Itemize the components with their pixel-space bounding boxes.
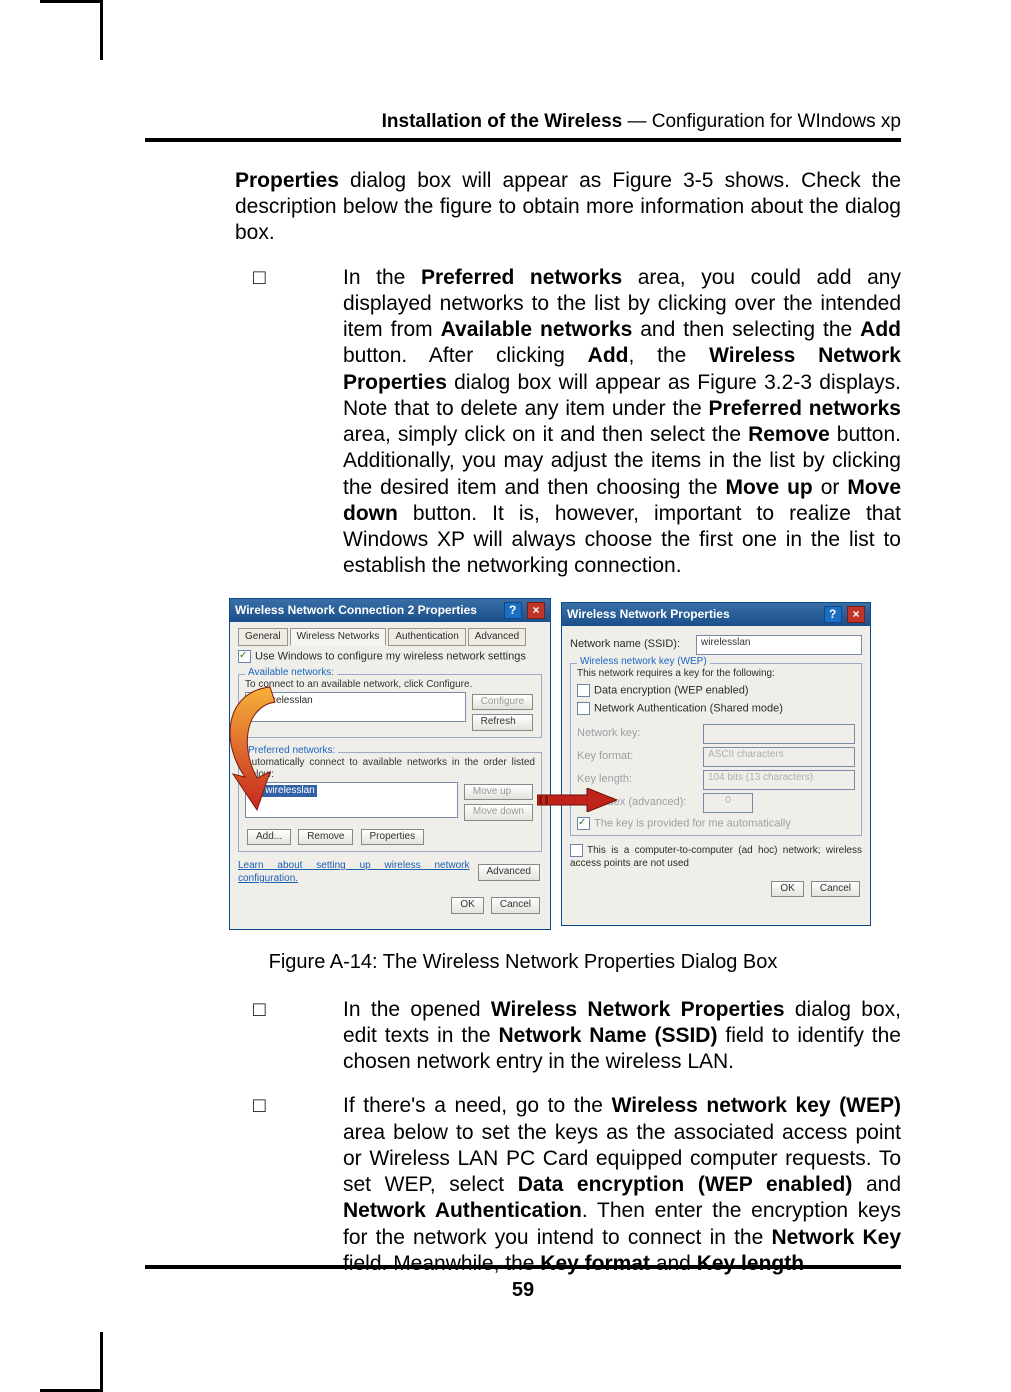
help-icon[interactable]: ? <box>824 606 842 623</box>
content-area: Installation of the Wireless — Configura… <box>145 110 901 1277</box>
network-auth-checkbox[interactable] <box>577 702 590 715</box>
bullet-glyph: □ <box>235 1093 343 1277</box>
move-down-button[interactable]: Move down <box>464 804 533 821</box>
crop-mark <box>40 0 100 3</box>
help-icon[interactable]: ? <box>504 602 522 619</box>
learn-row: Learn about setting up wireless network … <box>238 860 542 885</box>
key-format-label: Key format: <box>577 750 697 764</box>
curved-arrow-icon <box>215 682 295 812</box>
refresh-button[interactable]: Refresh <box>472 714 533 731</box>
available-networks-title: Available networks: <box>245 667 337 680</box>
key-format-select[interactable]: ASCII characters <box>703 747 855 767</box>
remove-button[interactable]: Remove <box>298 829 353 846</box>
adhoc-checkbox[interactable] <box>570 844 583 857</box>
advanced-button[interactable]: Advanced <box>478 864 540 881</box>
properties-button[interactable]: Properties <box>361 829 425 846</box>
dialog2-body: Network name (SSID): wirelesslan Wireles… <box>562 626 870 908</box>
ssid-label: Network name (SSID): <box>570 638 690 652</box>
bullet-2-text: In the opened Wireless Network Propertie… <box>343 997 901 1076</box>
dialog1-title: Wireless Network Connection 2 Properties <box>235 603 477 618</box>
ssid-input[interactable]: wirelesslan <box>696 635 862 655</box>
bullet-glyph: □ <box>235 997 343 1076</box>
network-key-input[interactable] <box>703 724 855 744</box>
key-length-select[interactable]: 104 bits (13 characters) <box>703 770 855 790</box>
bullet-glyph: □ <box>235 265 343 580</box>
bullet-1: □ In the Preferred networks area, you co… <box>145 265 901 580</box>
figure: Wireless Network Connection 2 Properties… <box>229 598 871 936</box>
ok-button[interactable]: OK <box>451 897 483 914</box>
key-index-row: Key index (advanced):0 <box>577 793 855 813</box>
close-icon[interactable]: × <box>847 606 865 623</box>
data-encryption-checkbox[interactable] <box>577 684 590 697</box>
crop-mark <box>100 0 103 60</box>
key-length-row: Key length: 104 bits (13 characters) <box>577 770 855 790</box>
pref-buttons: Add... Remove Properties <box>245 827 535 848</box>
data-enc-row: Data encryption (WEP enabled) <box>577 684 855 698</box>
tab-general[interactable]: General <box>238 628 288 647</box>
auto-key-checkbox[interactable] <box>577 817 590 830</box>
dialog1-titlebar[interactable]: Wireless Network Connection 2 Properties… <box>230 599 550 622</box>
dialog2-titlebar[interactable]: Wireless Network Properties ? × <box>562 603 870 626</box>
configure-button[interactable]: Configure <box>472 694 533 711</box>
net-auth-row: Network Authentication (Shared mode) <box>577 702 855 716</box>
tab-authentication[interactable]: Authentication <box>388 628 465 647</box>
bullet-2: □ In the opened Wireless Network Propert… <box>145 997 901 1076</box>
cancel-button[interactable]: Cancel <box>491 897 540 914</box>
key-index-input[interactable]: 0 <box>703 793 753 813</box>
bullet-3: □ If there's a need, go to the Wireless … <box>145 1093 901 1277</box>
key-length-label: Key length: <box>577 773 697 787</box>
dialog1-tabs: General Wireless Networks Authentication… <box>238 628 542 647</box>
bullet-3-text: If there's a need, go to the Wireless ne… <box>343 1093 901 1277</box>
header-plain: — Configuration for WIndows xp <box>622 111 901 132</box>
use-windows-checkbox[interactable] <box>238 650 251 663</box>
ok-button-2[interactable]: OK <box>771 881 803 898</box>
titlebar-icons-2: ? × <box>822 606 865 623</box>
close-icon[interactable]: × <box>527 602 545 619</box>
bullet-1-text: In the Preferred networks area, you coul… <box>343 265 901 580</box>
dialog2-footer: OK Cancel <box>570 879 862 900</box>
header-bold: Installation of the Wireless <box>382 111 623 132</box>
dialog1-footer: OK Cancel <box>238 895 542 916</box>
cancel-button-2[interactable]: Cancel <box>811 881 860 898</box>
dialog2-title: Wireless Network Properties <box>567 607 730 622</box>
wep-group-title: Wireless network key (WEP) <box>577 656 710 669</box>
move-up-button[interactable]: Move up <box>464 784 533 801</box>
adhoc-row: This is a computer-to-computer (ad hoc) … <box>570 844 862 870</box>
dialog-wireless-network-properties[interactable]: Wireless Network Properties ? × Network … <box>561 602 871 926</box>
figure-caption: Figure A-14: The Wireless Network Proper… <box>145 950 901 975</box>
key-format-row: Key format: ASCII characters <box>577 747 855 767</box>
titlebar-icons: ? × <box>502 602 545 619</box>
body: Properties dialog box will appear as Fig… <box>145 142 901 1277</box>
network-key-label: Network key: <box>577 727 697 741</box>
crop-mark <box>100 1332 103 1392</box>
auto-key-row: The key is provided for me automatically <box>577 817 855 831</box>
use-windows-row: Use Windows to configure my wireless net… <box>238 650 542 664</box>
ssid-row: Network name (SSID): wirelesslan <box>570 635 862 655</box>
running-header: Installation of the Wireless — Configura… <box>145 110 901 134</box>
page: Installation of the Wireless — Configura… <box>0 0 1011 1392</box>
footer: 59 <box>145 1261 901 1302</box>
wep-help: This network requires a key for the foll… <box>577 668 855 681</box>
tab-wireless-networks[interactable]: Wireless Networks <box>290 628 387 647</box>
intro-paragraph: Properties dialog box will appear as Fig… <box>145 168 901 247</box>
network-key-row: Network key: <box>577 724 855 744</box>
red-arrow-icon <box>537 788 617 812</box>
add-button[interactable]: Add... <box>247 829 291 846</box>
tab-advanced[interactable]: Advanced <box>468 628 526 647</box>
learn-link[interactable]: Learn about setting up wireless network … <box>238 860 470 885</box>
page-number: 59 <box>145 1269 901 1302</box>
